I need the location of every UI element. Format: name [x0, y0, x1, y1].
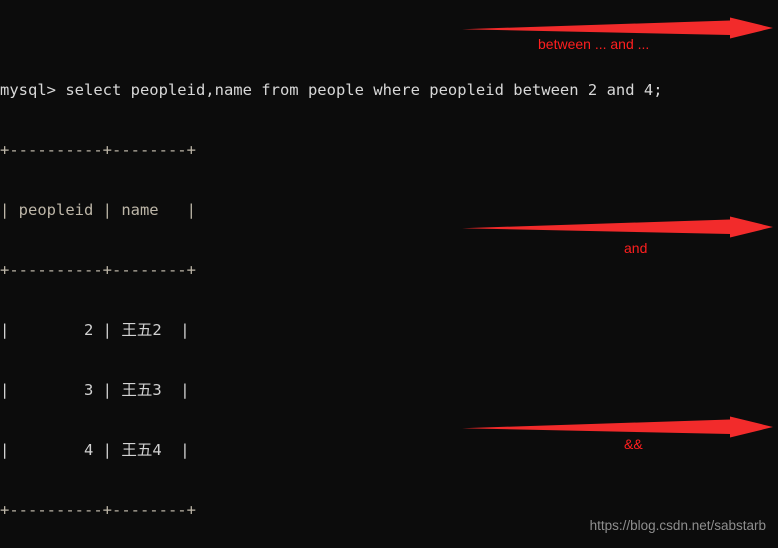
- result-table-1-header-separator: +----------+--------+: [0, 261, 196, 279]
- annotation-label-and: and: [624, 240, 648, 256]
- annotation-label-ampersand: &&: [624, 436, 643, 452]
- query-prompt-1: mysql> select peopleid,name from people …: [0, 81, 663, 99]
- terminal-output: mysql> select peopleid,name from people …: [0, 0, 778, 548]
- result-table-1-top-border: +----------+--------+: [0, 141, 196, 159]
- result-table-1-row: | 4 | 王五4 |: [0, 441, 190, 459]
- annotation-label-between: between ... and ...: [538, 36, 650, 52]
- result-table-1-row: | 3 | 王五3 |: [0, 381, 190, 399]
- result-table-1-row: | 2 | 王五2 |: [0, 321, 190, 339]
- mysql-terminal-window[interactable]: mysql> select peopleid,name from people …: [0, 0, 778, 548]
- watermark-url: https://blog.csdn.net/sabstarb: [589, 518, 766, 533]
- result-table-1-header-row: | peopleid | name |: [0, 201, 196, 219]
